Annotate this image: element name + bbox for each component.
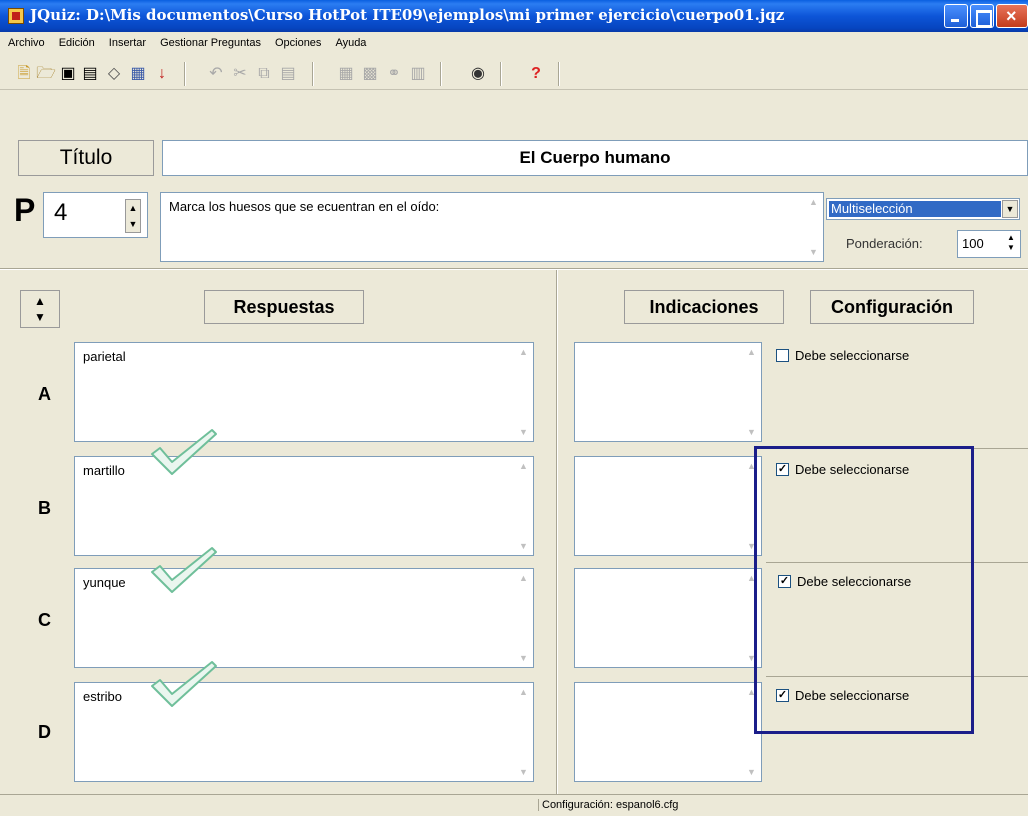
answer-letter-a: A	[38, 384, 51, 404]
titulo-button[interactable]: Título	[18, 140, 154, 176]
hint-field-c[interactable]: ▲ ▼	[574, 568, 762, 668]
export-icon[interactable]: ▦	[128, 64, 148, 84]
help-icon[interactable]: ?	[526, 64, 546, 84]
question-number: 4	[54, 199, 68, 226]
menu-ayuda[interactable]: Ayuda	[333, 37, 368, 49]
maximize-button[interactable]	[970, 4, 994, 28]
undo-icon[interactable]: ↶	[206, 64, 226, 84]
checkmark-icon	[151, 661, 217, 707]
menu-opciones[interactable]: Opciones	[273, 37, 323, 49]
answer-text-a: parietal	[83, 349, 126, 364]
ponderacion-stepper[interactable]: 100 ▲ ▼	[957, 230, 1021, 258]
save-as-icon[interactable]: ▤	[80, 64, 100, 84]
insert-media-icon[interactable]: ▥	[408, 64, 428, 84]
ponderacion-arrows[interactable]: ▲ ▼	[1004, 233, 1018, 255]
save-icon[interactable]: ▣	[58, 64, 78, 84]
window-title: JQuiz: D:\Mis documentos\Curso HotPot IT…	[30, 6, 785, 24]
question-scrollbar[interactable]: ▲ ▼	[807, 193, 821, 261]
title-field[interactable]: El Cuerpo humano	[162, 140, 1028, 176]
answer-field-a[interactable]: parietal ▲ ▼	[74, 342, 534, 442]
hint-field-b[interactable]: ▲ ▼	[574, 456, 762, 556]
config-a[interactable]: Debe seleccionarse	[776, 348, 909, 363]
insert-table-icon[interactable]: ▩	[360, 64, 380, 84]
close-icon: ×	[1006, 6, 1017, 26]
web-export-icon[interactable]: ◉	[468, 64, 488, 84]
answer-letter-b: B	[38, 498, 51, 518]
insert-link-icon[interactable]: ⚭	[384, 64, 404, 84]
answer-scrollbar[interactable]: ▲ ▼	[517, 569, 531, 667]
copy-icon[interactable]: ⧉	[254, 64, 274, 84]
answer-field-c[interactable]: yunque ▲ ▼	[74, 568, 534, 668]
minimize-button[interactable]	[944, 4, 968, 28]
respuestas-button[interactable]: Respuestas	[204, 290, 364, 324]
hint-field-d[interactable]: ▲ ▼	[574, 682, 762, 782]
toolbar: 🗎 🗁 ▣ ▤ ◇ ▦ ↓ ↶ ✂ ⧉ ▤ ▦ ▩ ⚭ ▥ ◉ ?	[0, 56, 1028, 90]
menu-gestionar-preguntas[interactable]: Gestionar Preguntas	[158, 37, 263, 49]
hint-field-a[interactable]: ▲ ▼	[574, 342, 762, 442]
title-bar: JQuiz: D:\Mis documentos\Curso HotPot IT…	[0, 0, 1028, 32]
answer-scrollbar[interactable]: ▲ ▼	[517, 457, 531, 555]
move-answer-button[interactable]: ▲ ▼	[20, 290, 60, 328]
answer-text-c: yunque	[83, 575, 126, 590]
answer-field-d[interactable]: estribo ▲ ▼	[74, 682, 534, 782]
menu-bar: Archivo Edición Insertar Gestionar Pregu…	[0, 32, 1028, 54]
eraser-icon[interactable]: ◇	[104, 64, 124, 84]
question-text-field[interactable]: Marca los huesos que se ecuentran en el …	[160, 192, 824, 262]
menu-insertar[interactable]: Insertar	[107, 37, 148, 49]
question-label: P	[14, 192, 36, 228]
question-type-select[interactable]: Multiselección ▼	[826, 198, 1020, 220]
ponderacion-value: 100	[962, 236, 984, 251]
config-label-a: Debe seleccionarse	[795, 348, 910, 363]
answer-field-b[interactable]: martillo ▲ ▼	[74, 456, 534, 556]
answer-letter-d: D	[38, 722, 51, 742]
insert-picture-icon[interactable]: ▦	[336, 64, 356, 84]
answer-scrollbar[interactable]: ▲ ▼	[517, 683, 531, 781]
must-select-checkbox-a[interactable]	[776, 349, 789, 362]
answer-text-b: martillo	[83, 463, 125, 478]
configuracion-button[interactable]: Configuración	[810, 290, 974, 324]
cut-icon[interactable]: ✂	[230, 64, 250, 84]
question-text: Marca los huesos que se ecuentran en el …	[169, 199, 440, 214]
answer-letter-c: C	[38, 610, 51, 630]
highlight-box	[754, 446, 974, 734]
menu-archivo[interactable]: Archivo	[6, 37, 47, 49]
status-text: Configuración: espanol6.cfg	[538, 799, 678, 811]
new-icon[interactable]: 🗎	[14, 64, 34, 84]
open-icon[interactable]: 🗁	[36, 64, 56, 84]
close-button[interactable]: ×	[996, 4, 1028, 28]
answer-text-d: estribo	[83, 689, 123, 704]
question-number-stepper[interactable]: 4 ▲ ▼	[43, 192, 148, 238]
question-type-value: Multiselección	[829, 201, 1001, 217]
status-bar: Configuración: espanol6.cfg	[0, 794, 1028, 816]
checkmark-icon	[151, 547, 217, 593]
download-icon[interactable]: ↓	[152, 64, 172, 84]
answer-scrollbar[interactable]: ▲ ▼	[517, 343, 531, 441]
app-icon[interactable]	[8, 8, 24, 24]
menu-edicion[interactable]: Edición	[57, 37, 97, 49]
paste-icon[interactable]: ▤	[278, 64, 298, 84]
checkmark-icon	[151, 429, 217, 475]
indicaciones-button[interactable]: Indicaciones	[624, 290, 784, 324]
stepper-arrows[interactable]: ▲ ▼	[125, 199, 141, 233]
hint-scrollbar[interactable]: ▲ ▼	[745, 343, 759, 441]
chevron-down-icon[interactable]: ▼	[1002, 200, 1018, 218]
ponderacion-label: Ponderación:	[846, 236, 923, 251]
